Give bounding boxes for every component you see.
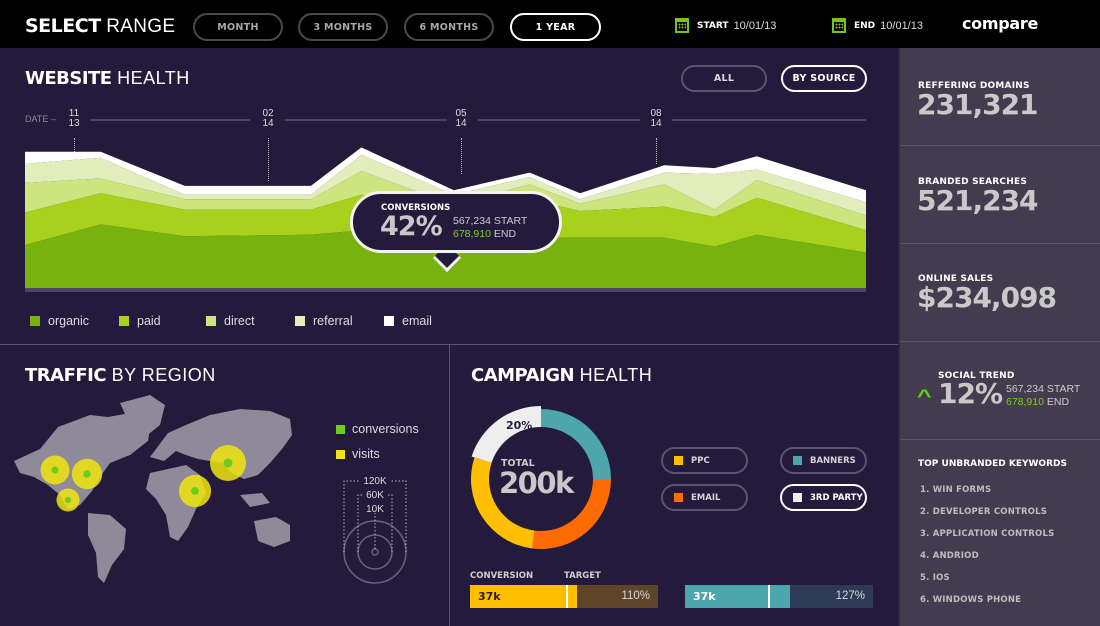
website-health-panel: WEBSITE HEALTH ALL BY SOURCE DATE – 11 13… [0, 48, 898, 344]
bar-fill: 37k [685, 585, 791, 608]
swatch [793, 493, 802, 502]
australia-shape [254, 517, 290, 547]
legend-swatch [336, 449, 345, 459]
swatch [793, 456, 802, 465]
keyword-item[interactable]: 1. WIN FORMS [920, 485, 991, 495]
filter-banners[interactable]: BANNERS [780, 447, 867, 474]
start-date-picker[interactable]: START 10/01/13 [675, 18, 776, 33]
legend-label: direct [224, 314, 255, 328]
legend-swatch [119, 316, 129, 326]
chart-baseline [25, 288, 866, 292]
legend-label: paid [137, 314, 161, 328]
stat-social-trend: SOCIAL TREND ^ 12% 567,234 START 678,910… [900, 342, 1100, 440]
bar-remainder: 110% [577, 585, 658, 608]
donut-highlight-label: 20% [506, 419, 533, 432]
bar-percent: 127% [835, 590, 865, 602]
bar-value: 37k [478, 590, 501, 603]
keyword-item[interactable]: 3. APPLICATION CONTROLS [920, 529, 1054, 539]
legend-conversions: conversions [336, 422, 419, 436]
conversions-tooltip: CONVERSIONS 42% 567,234 START 678,910 EN… [350, 191, 562, 253]
trend-up-icon: ^ [916, 386, 932, 406]
legend-email: email [384, 314, 432, 328]
conversions-dot [191, 487, 199, 495]
start-date-value: 10/01/13 [733, 19, 777, 32]
legend-swatch [384, 316, 394, 326]
campaign-health-panel: CAMPAIGN HEALTH TOTAL 200k 20% PPC BANNE… [450, 345, 898, 626]
legend-swatch [336, 424, 345, 434]
bar-value: 37k [693, 590, 716, 603]
conversions-dot [83, 470, 91, 478]
bar-fill: 37k [470, 585, 578, 608]
scale-label: 120K [363, 476, 387, 487]
legend-swatch [295, 316, 305, 326]
calendar-icon [832, 18, 846, 33]
keywords-title: TOP UNBRANDED KEYWORDS [918, 459, 1067, 469]
end-date-value: 10/01/13 [880, 19, 923, 32]
filter-email[interactable]: EMAIL [661, 484, 748, 511]
legend-label: referral [313, 314, 353, 328]
legend-direct: direct [206, 314, 255, 328]
target-label: TARGET [564, 571, 601, 581]
keyword-item[interactable]: 5. IOS [920, 573, 950, 583]
legend-label: email [402, 314, 432, 328]
end-date-picker[interactable]: END 10/01/13 [832, 18, 923, 33]
filter-3rd-party[interactable]: 3RD PARTY [780, 484, 867, 511]
calendar-icon [675, 18, 689, 33]
bar-remainder: 127% [790, 585, 873, 608]
donut-total-value: 200k [499, 466, 574, 500]
donut-slice-3rd-party[interactable] [471, 406, 541, 463]
stat-online-sales: ONLINE SALES $234,098 [900, 244, 1100, 342]
keyword-item[interactable]: 2. DEVELOPER CONTROLS [920, 507, 1047, 517]
conversion-bar: 37k 110% [470, 585, 658, 608]
legend-referral: referral [295, 314, 353, 328]
legend-paid: paid [119, 314, 161, 328]
conversions-percent: 42% [380, 211, 443, 242]
stat-branded-searches: BRANDED SEARCHES 521,234 [900, 146, 1100, 244]
conversions-dot [51, 466, 59, 474]
conversions-dot [64, 496, 72, 504]
scale-label: 60K [366, 490, 384, 501]
legend-swatch [206, 316, 216, 326]
range-1-year-button[interactable]: 1 YEAR [510, 13, 601, 41]
target-marker [767, 585, 770, 608]
stat-referring-domains: REFFERING DOMAINS 231,321 [900, 48, 1100, 146]
campaign-donut-chart [471, 406, 611, 549]
swatch [674, 493, 683, 502]
conversion-bar: 37k 127% [685, 585, 873, 608]
conversions-dot [223, 458, 233, 468]
compare-button[interactable]: compare [962, 14, 1038, 33]
bar-percent: 110% [621, 590, 650, 602]
conversion-label: CONVERSION [470, 571, 534, 581]
legend-visits: visits [336, 447, 380, 461]
scale-label: 10K [366, 504, 384, 515]
sidebar: REFFERING DOMAINS 231,321 BRANDED SEARCH… [898, 48, 1100, 626]
range-month-button[interactable]: MONTH [193, 13, 283, 41]
islands-shape [240, 493, 270, 507]
legend-organic: organic [30, 314, 89, 328]
filter-ppc[interactable]: PPC [661, 447, 748, 474]
select-range-title: SELECT RANGE [25, 15, 176, 37]
traffic-by-region-panel: TRAFFIC BY REGION conversions visits 120… [0, 345, 449, 626]
legend-swatch [30, 316, 40, 326]
target-marker [565, 585, 568, 608]
swatch [674, 456, 683, 465]
keyword-item[interactable]: 4. ANDRIOD [920, 551, 979, 561]
legend-label: organic [48, 314, 89, 328]
keyword-item[interactable]: 6. WINDOWS PHONE [920, 595, 1021, 605]
top-bar: SELECT RANGE MONTH 3 MONTHS 6 MONTHS 1 Y… [0, 0, 1100, 48]
range-3-months-button[interactable]: 3 MONTHS [298, 13, 388, 41]
south-america-shape [88, 513, 126, 583]
range-6-months-button[interactable]: 6 MONTHS [404, 13, 494, 41]
